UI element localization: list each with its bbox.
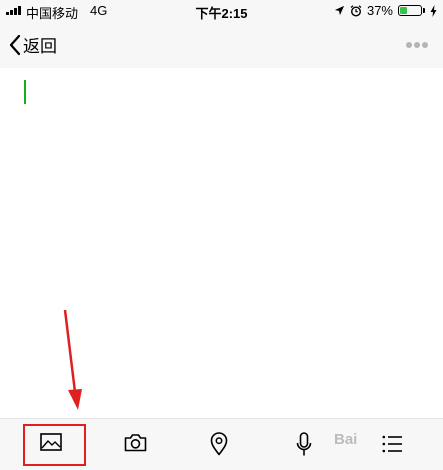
list-button[interactable] <box>382 435 402 458</box>
watermark: Bai <box>334 431 358 448</box>
voice-button[interactable] <box>296 432 312 462</box>
list-icon <box>382 435 402 453</box>
camera-icon <box>124 434 147 452</box>
location-button[interactable] <box>210 432 228 461</box>
location-pin-icon <box>210 432 228 456</box>
microphone-icon <box>296 432 312 456</box>
camera-button[interactable] <box>124 433 147 457</box>
image-highlight-box <box>23 424 86 466</box>
annotation-arrow <box>63 309 82 410</box>
